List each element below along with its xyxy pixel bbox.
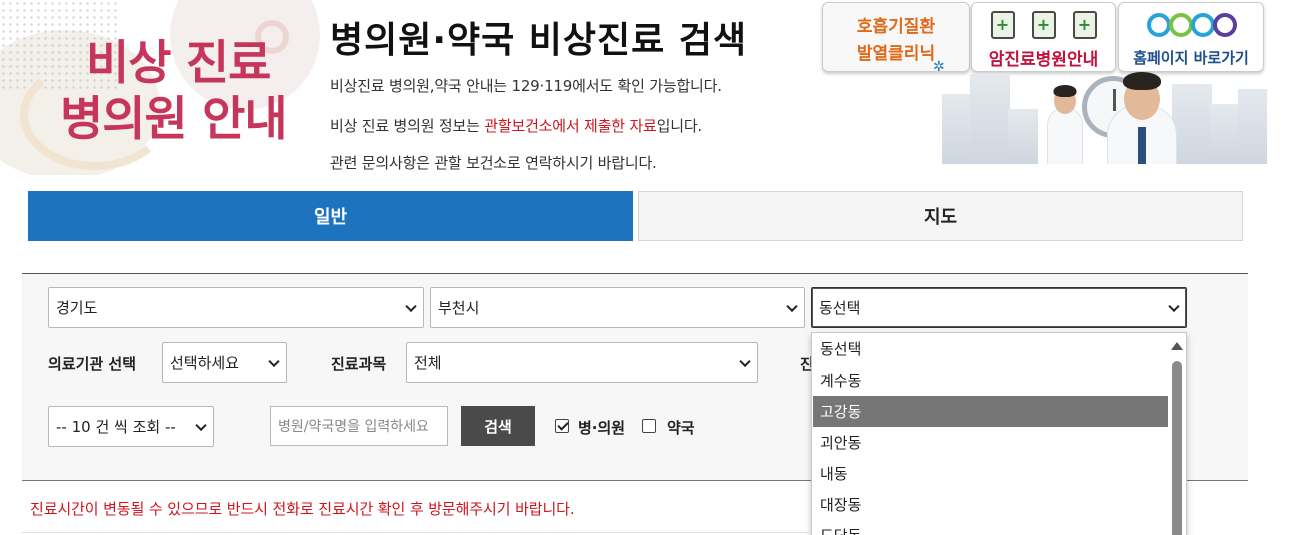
hero-title-line2: 병의원 안내 [60,92,288,147]
dong-option[interactable]: 내동 [813,458,1168,489]
info-line-2: 비상 진료 병의원 정보는 관할보건소에서 제출한 자료입니다. [330,115,702,136]
institution-value: 선택하세요 [170,354,240,372]
hospital-checkbox[interactable] [555,419,569,433]
dong-option[interactable]: 계수동 [813,365,1168,396]
info-line-2-post: 입니다. [656,117,703,135]
chevron-down-icon [268,355,280,367]
dong-option[interactable]: 동선택 [813,333,1168,364]
dong-option[interactable]: 괴안동 [813,427,1168,458]
dong-option[interactable]: 대장동 [813,489,1168,520]
dong-value: 동선택 [819,299,861,317]
tab-map[interactable]: 지도 [638,191,1243,241]
hospital-checkbox-label[interactable]: 병·의원 [578,417,625,438]
info-line-1: 비상진료 병의원,약국 안내는 129·119에서도 확인 가능합니다. [330,77,722,95]
cancer-banner-label: 암진료병원안내 [988,50,1099,70]
ambulance-icon [1072,11,1097,39]
city-select[interactable]: 부천시 [430,287,805,328]
page-title: 병의원·약국 비상진료 검색 [330,20,748,61]
institution-select[interactable]: 선택하세요 [162,342,287,383]
doctor-figure [1107,72,1177,164]
chevron-down-icon [786,300,798,312]
name-search-placeholder: 병원/약국명을 입력하세요 [278,419,429,435]
dong-option-highlighted[interactable]: 고강동 [813,396,1168,427]
scrollbar-thumb[interactable] [1172,361,1182,535]
respiratory-clinic-banner[interactable]: 호흡기질환 발열클리닉 ✲ [822,2,970,75]
chevron-down-icon [195,419,207,431]
hospital-icons [972,7,1115,43]
chevron-down-icon [739,355,751,367]
doctor-figure [1047,82,1083,164]
info-line-3: 관련 문의사항은 관할 보건소로 연락하시기 바랍니다. [330,154,657,172]
divider [22,532,812,533]
name-search-input[interactable]: 병원/약국명을 입력하세요 [270,406,448,446]
pharmacy-checkbox-label[interactable]: 약국 [667,417,695,438]
dong-select[interactable]: 동선택 [811,287,1187,328]
homepage-banner[interactable]: 홈페이지 바로가기 [1118,2,1264,72]
province-value: 경기도 [56,299,98,317]
city-value: 부천시 [438,299,480,317]
page-size-select[interactable]: -- 10 건 씩 조회 -- [48,406,214,447]
dong-dropdown-list[interactable]: 동선택 계수동 고강동 괴안동 내동 대장동 도당동 [811,332,1187,535]
hero-banner: 비상 진료 병의원 안내 [0,0,320,175]
info-line-2-highlight: 관할보건소에서 제출한 자료 [484,117,657,135]
info-line-2-pre: 비상 진료 병의원 정보는 [330,117,485,135]
search-button[interactable]: 검색 [461,406,535,446]
department-label: 진료과목 [331,355,387,373]
chevron-down-icon [1168,300,1180,312]
chevron-down-icon [405,300,417,312]
cancer-hospital-banner[interactable]: 암진료병원안내 [971,2,1116,72]
respiratory-banner-line2: 발열클리닉 [856,44,936,64]
respiratory-banner-line1: 호흡기질환 [856,17,936,37]
dong-option[interactable]: 도당동 [813,520,1168,535]
homepage-banner-label: 홈페이지 바로가기 [1133,49,1249,67]
department-select[interactable]: 전체 [406,342,758,383]
institution-label: 의료기관 선택 [48,355,137,373]
scroll-up-arrow-icon[interactable] [1171,342,1183,350]
hero-title-line1: 비상 진료 [86,36,271,91]
department-value: 전체 [414,354,442,372]
tab-general[interactable]: 일반 [28,191,633,241]
pharmacy-checkbox[interactable] [642,419,656,433]
visit-notice: 진료시간이 변동될 수 있으므로 반드시 전화로 진료시간 확인 후 방문해주시… [30,500,575,518]
medicine-icon [1031,11,1056,39]
doctors-image [942,72,1267,164]
hospital-icon [990,11,1015,39]
province-select[interactable]: 경기도 [48,287,424,328]
dropdown-scrollbar[interactable] [1168,333,1186,535]
city-logo-icon [1147,8,1239,42]
page-size-value: -- 10 건 씩 조회 -- [56,418,176,436]
